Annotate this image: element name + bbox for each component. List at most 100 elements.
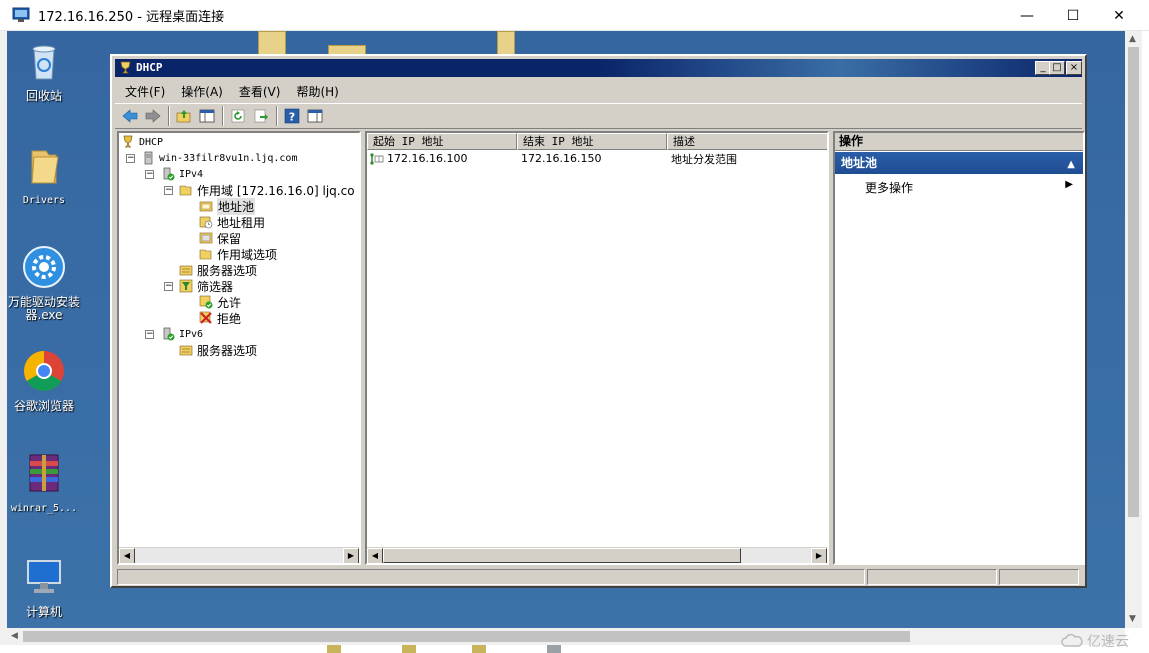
winrar-icon — [29, 454, 59, 492]
menu-file[interactable]: 文件(F) — [125, 83, 165, 100]
actions-section-address-pool[interactable]: 地址池 ▲ — [835, 152, 1083, 174]
tree-node-filters[interactable]: 筛选器 — [179, 278, 233, 294]
taskbar-fragment — [547, 645, 561, 653]
desktop-icon-label: Drivers — [22, 195, 66, 206]
more-actions-item[interactable]: 更多操作 — [865, 179, 913, 196]
forward-arrow-icon — [145, 109, 160, 123]
toolbar-separator — [168, 106, 170, 126]
desktop-icon-chrome[interactable]: 谷歌浏览器 — [7, 349, 84, 413]
tree-node-address-leases[interactable]: 地址租用 — [199, 214, 265, 230]
tree-label: 地址池 — [217, 197, 256, 215]
tree-node-deny[interactable]: 拒绝 — [199, 310, 241, 326]
scroll-left-arrow-icon[interactable]: ◀ — [11, 631, 18, 641]
menu-action[interactable]: 操作(A) — [181, 83, 223, 100]
tree-node-reservations[interactable]: 保留 — [199, 230, 241, 246]
tree-collapse-toggle[interactable]: − — [164, 282, 173, 291]
gear-app-icon — [23, 246, 65, 288]
dhcp-titlebar[interactable]: DHCP _ □ × — [115, 59, 1082, 77]
tree-collapse-toggle[interactable]: − — [164, 186, 173, 195]
tree-node-server-options-v4[interactable]: 服务器选项 — [179, 262, 257, 278]
tree-label: 地址租用 — [217, 215, 266, 230]
tree-node-server-options-v6[interactable]: 服务器选项 — [179, 342, 257, 358]
scroll-up-arrow-icon[interactable]: ▲ — [1129, 34, 1136, 44]
desktop-icon-drivers[interactable]: Drivers — [7, 143, 84, 207]
collapse-caret-icon[interactable]: ▲ — [1067, 154, 1075, 176]
dhcp-maximize-button[interactable]: □ — [1049, 61, 1065, 75]
scrollbar-thumb[interactable] — [383, 548, 741, 563]
up-one-level-button[interactable] — [173, 106, 194, 126]
reservations-icon — [199, 232, 213, 244]
dhcp-close-button[interactable]: × — [1066, 61, 1082, 75]
cell-end-ip: 172.16.16.150 — [521, 152, 602, 165]
address-pool-icon — [199, 201, 213, 212]
computer-icon — [27, 560, 61, 593]
tree-node-scope-options[interactable]: 作用域选项 — [199, 246, 277, 262]
show-hide-tree-button[interactable] — [196, 106, 217, 126]
actions-pane: 操作 地址池 ▲ 更多操作 ▶ — [833, 131, 1085, 565]
tree-node-server[interactable]: win-33filr8vu1n.ljq.com — [141, 150, 297, 166]
export-list-button[interactable] — [250, 106, 271, 126]
refresh-button[interactable] — [227, 106, 248, 126]
tree-node-scope[interactable]: 作用域 [172.16.16.0] ljq.co — [179, 182, 355, 198]
scroll-right-arrow-icon[interactable]: ▶ — [343, 548, 359, 563]
console-tree-icon — [199, 109, 214, 123]
help-button[interactable]: ? — [281, 106, 302, 126]
menu-help[interactable]: 帮助(H) — [296, 83, 338, 100]
table-row[interactable]: 172.16.16.100 172.16.16.150 地址分发范围 — [367, 151, 827, 167]
desktop-icon-winrar[interactable]: winrar_5... — [7, 451, 84, 515]
scroll-down-arrow-icon[interactable]: ▼ — [1129, 614, 1136, 624]
chrome-icon — [24, 351, 64, 391]
tree-node-address-pool[interactable]: 地址池 — [199, 197, 256, 215]
tree-label: 服务器选项 — [197, 343, 258, 358]
scrollbar-thumb[interactable] — [23, 631, 910, 642]
tree-node-ipv4[interactable]: IPv4 — [161, 166, 203, 182]
back-button[interactable] — [119, 106, 140, 126]
submenu-arrow-icon: ▶ — [1065, 179, 1073, 190]
tree-label: win-33filr8vu1n.ljq.com — [159, 152, 298, 164]
address-leases-icon — [199, 216, 213, 229]
menu-view[interactable]: 查看(V) — [239, 83, 281, 100]
dhcp-app-icon — [120, 61, 131, 74]
desktop-icon-driver-installer[interactable]: 万能驱动安装器.exe — [7, 245, 84, 322]
tree-label: 拒绝 — [217, 311, 242, 326]
list-horizontal-scrollbar[interactable]: ◀ ▶ — [367, 547, 827, 563]
tree-node-ipv6[interactable]: IPv6 — [161, 326, 203, 342]
show-hide-action-pane-button[interactable] — [304, 106, 325, 126]
action-pane-icon — [307, 109, 322, 123]
scrollbar-thumb[interactable] — [1128, 47, 1139, 517]
rdp-maximize-button[interactable]: ☐ — [1050, 0, 1096, 31]
server-options-icon — [179, 265, 193, 276]
tree-label: 允许 — [217, 295, 242, 310]
refresh-icon — [231, 109, 244, 123]
column-header-start-ip[interactable]: 起始 IP 地址 — [367, 133, 517, 150]
toolbar-separator — [222, 106, 224, 126]
scroll-left-arrow-icon[interactable]: ◀ — [119, 548, 135, 563]
tree-node-allow[interactable]: 允许 — [199, 294, 241, 310]
rdp-horizontal-scrollbar[interactable]: ◀ — [7, 628, 1125, 645]
tree-horizontal-scrollbar[interactable]: ◀ ▶ — [119, 547, 359, 563]
scroll-right-arrow-icon[interactable]: ▶ — [811, 548, 827, 563]
scroll-left-arrow-icon[interactable]: ◀ — [367, 548, 383, 563]
forward-button[interactable] — [142, 106, 163, 126]
rdp-minimize-button[interactable]: — — [1004, 0, 1050, 31]
rdp-vertical-scrollbar[interactable]: ▲ ▼ — [1125, 31, 1142, 628]
tree-node-dhcp[interactable]: DHCP — [121, 134, 163, 150]
watermark: 亿速云 — [1043, 628, 1143, 653]
desktop-icon-label: 谷歌浏览器 — [13, 399, 74, 413]
column-header-description[interactable]: 描述 — [667, 133, 827, 150]
tree-collapse-toggle[interactable]: − — [145, 330, 154, 339]
filter-icon — [179, 279, 193, 293]
server-icon — [144, 151, 153, 165]
desktop-icon-recycle-bin[interactable]: 回收站 — [7, 39, 84, 103]
tree-collapse-toggle[interactable]: − — [126, 154, 135, 163]
status-bar — [115, 567, 1082, 586]
actions-section-label: 地址池 — [841, 156, 878, 170]
server-options-icon — [179, 345, 193, 356]
tree-collapse-toggle[interactable]: − — [145, 170, 154, 179]
desktop-icon-computer[interactable]: 计算机 — [7, 555, 84, 619]
cell-description: 地址分发范围 — [671, 153, 737, 166]
rdp-close-button[interactable]: ✕ — [1096, 0, 1142, 31]
cell-start-ip: 172.16.16.100 — [387, 152, 468, 165]
ipv4-server-icon — [163, 167, 175, 181]
column-header-end-ip[interactable]: 结束 IP 地址 — [517, 133, 667, 150]
